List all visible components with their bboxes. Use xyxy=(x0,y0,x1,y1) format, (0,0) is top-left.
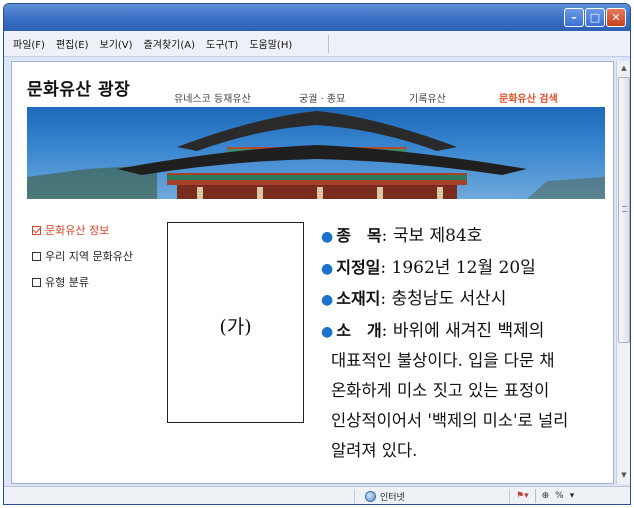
menu-file[interactable]: 파일(F) xyxy=(13,36,45,51)
site-title: 문화유산 광장 xyxy=(27,80,131,100)
security-zone[interactable]: 인터넷 xyxy=(365,490,405,503)
sidebar-item-label: 문화유산 정보 xyxy=(45,224,110,237)
checkbox-icon[interactable] xyxy=(32,225,41,235)
menu-tools[interactable]: 도구(T) xyxy=(206,36,238,51)
nav-search[interactable]: 문화유산 검색 xyxy=(499,90,558,105)
info-value: 충청남도 서산시 xyxy=(391,289,507,309)
zoom-level[interactable]: % xyxy=(555,491,564,501)
info-key: 종 목 xyxy=(336,226,382,245)
protected-mode-icon[interactable]: ⚑▾ xyxy=(516,491,529,501)
sidebar-item-label: 우리 지역 문화유산 xyxy=(45,250,133,263)
sidebar-item-type-category[interactable]: 유형 분류 xyxy=(32,274,89,290)
nav-records[interactable]: 기록유산 xyxy=(409,90,446,105)
nav-unesco[interactable]: 유네스코 등재유산 xyxy=(174,90,251,105)
info-key: 소재지 xyxy=(336,289,381,308)
palace-roof-illustration xyxy=(27,111,605,199)
info-key: 지정일 xyxy=(336,258,381,277)
menu-edit[interactable]: 편집(E) xyxy=(56,36,89,51)
description-line: 온화하게 미소 짓고 있는 표정이 xyxy=(331,381,550,400)
info-value: 바위에 새겨진 백제의 xyxy=(392,321,545,341)
description-line: 알려져 있다. xyxy=(331,441,418,460)
info-row-designation-date: ● 지정일: 1962년 12월 20일 xyxy=(321,258,536,278)
zoom-icon[interactable]: ⊕ xyxy=(542,491,550,501)
menu-separator xyxy=(328,35,329,53)
close-button[interactable]: ✕ xyxy=(606,8,626,27)
status-divider xyxy=(509,489,510,504)
info-row-introduction: ● 소 개: 바위에 새겨진 백제의 xyxy=(321,321,545,341)
zone-label: 인터넷 xyxy=(380,493,405,503)
info-row-category: ● 종 목: 국보 제84호 xyxy=(321,226,483,246)
checkbox-icon[interactable] xyxy=(32,277,41,287)
bullet-icon: ● xyxy=(321,292,334,308)
scroll-thumb[interactable] xyxy=(618,77,630,343)
menu-view[interactable]: 보기(V) xyxy=(100,36,133,51)
nav-palace[interactable]: 궁궐 · 종묘 xyxy=(299,90,345,105)
window-controls: – □ ✕ xyxy=(564,8,626,27)
scroll-up-icon[interactable]: ▲ xyxy=(618,62,630,75)
status-separator xyxy=(534,489,536,503)
bullet-icon: ● xyxy=(321,229,334,245)
maximize-button[interactable]: □ xyxy=(585,8,605,27)
minimize-button[interactable]: – xyxy=(564,8,584,27)
globe-icon xyxy=(365,491,376,502)
bullet-icon: ● xyxy=(321,324,334,340)
info-key: 소 개 xyxy=(336,321,382,340)
info-value: 1962년 12월 20일 xyxy=(391,258,536,278)
zoom-dropdown-icon[interactable]: ▾ xyxy=(570,491,575,501)
menu-help[interactable]: 도움말(H) xyxy=(249,36,292,51)
vertical-scrollbar[interactable]: ▲ ▼ xyxy=(616,61,630,484)
heritage-image-placeholder: (가) xyxy=(167,222,304,423)
sidebar-item-heritage-info[interactable]: 문화유산 정보 xyxy=(32,222,109,238)
status-divider xyxy=(354,489,355,504)
info-value: 국보 제84호 xyxy=(392,226,483,246)
menu-favorites[interactable]: 즐겨찾기(A) xyxy=(144,36,195,51)
checkbox-icon[interactable] xyxy=(32,251,41,261)
description-line: 대표적인 불상이다. 입을 다문 채 xyxy=(331,351,555,370)
scroll-down-icon[interactable]: ▼ xyxy=(618,469,630,482)
sidebar-item-local-heritage[interactable]: 우리 지역 문화유산 xyxy=(32,248,133,264)
palace-banner-image xyxy=(27,107,605,199)
sidebar-item-label: 유형 분류 xyxy=(45,276,89,289)
status-bar: 인터넷 ⚑▾ ⊕ % ▾ xyxy=(4,486,630,504)
status-tools: ⚑▾ ⊕ % ▾ xyxy=(516,489,574,503)
browser-window: – □ ✕ 파일(F) 편집(E) 보기(V) 즐겨찾기(A) 도구(T) 도움… xyxy=(3,3,631,505)
scroll-grip-icon xyxy=(622,206,627,212)
image-label: (가) xyxy=(219,316,252,338)
description-line: 인상적이어서 '백제의 미소'로 널리 xyxy=(331,411,569,430)
menu-bar: 파일(F) 편집(E) 보기(V) 즐겨찾기(A) 도구(T) 도움말(H) xyxy=(4,31,630,57)
title-bar: – □ ✕ xyxy=(4,4,630,31)
info-row-location: ● 소재지: 충청남도 서산시 xyxy=(321,289,507,309)
bullet-icon: ● xyxy=(321,261,334,277)
page-viewport: 문화유산 광장 유네스코 등재유산 궁궐 · 종묘 기록유산 문화유산 검색 문… xyxy=(11,61,614,484)
